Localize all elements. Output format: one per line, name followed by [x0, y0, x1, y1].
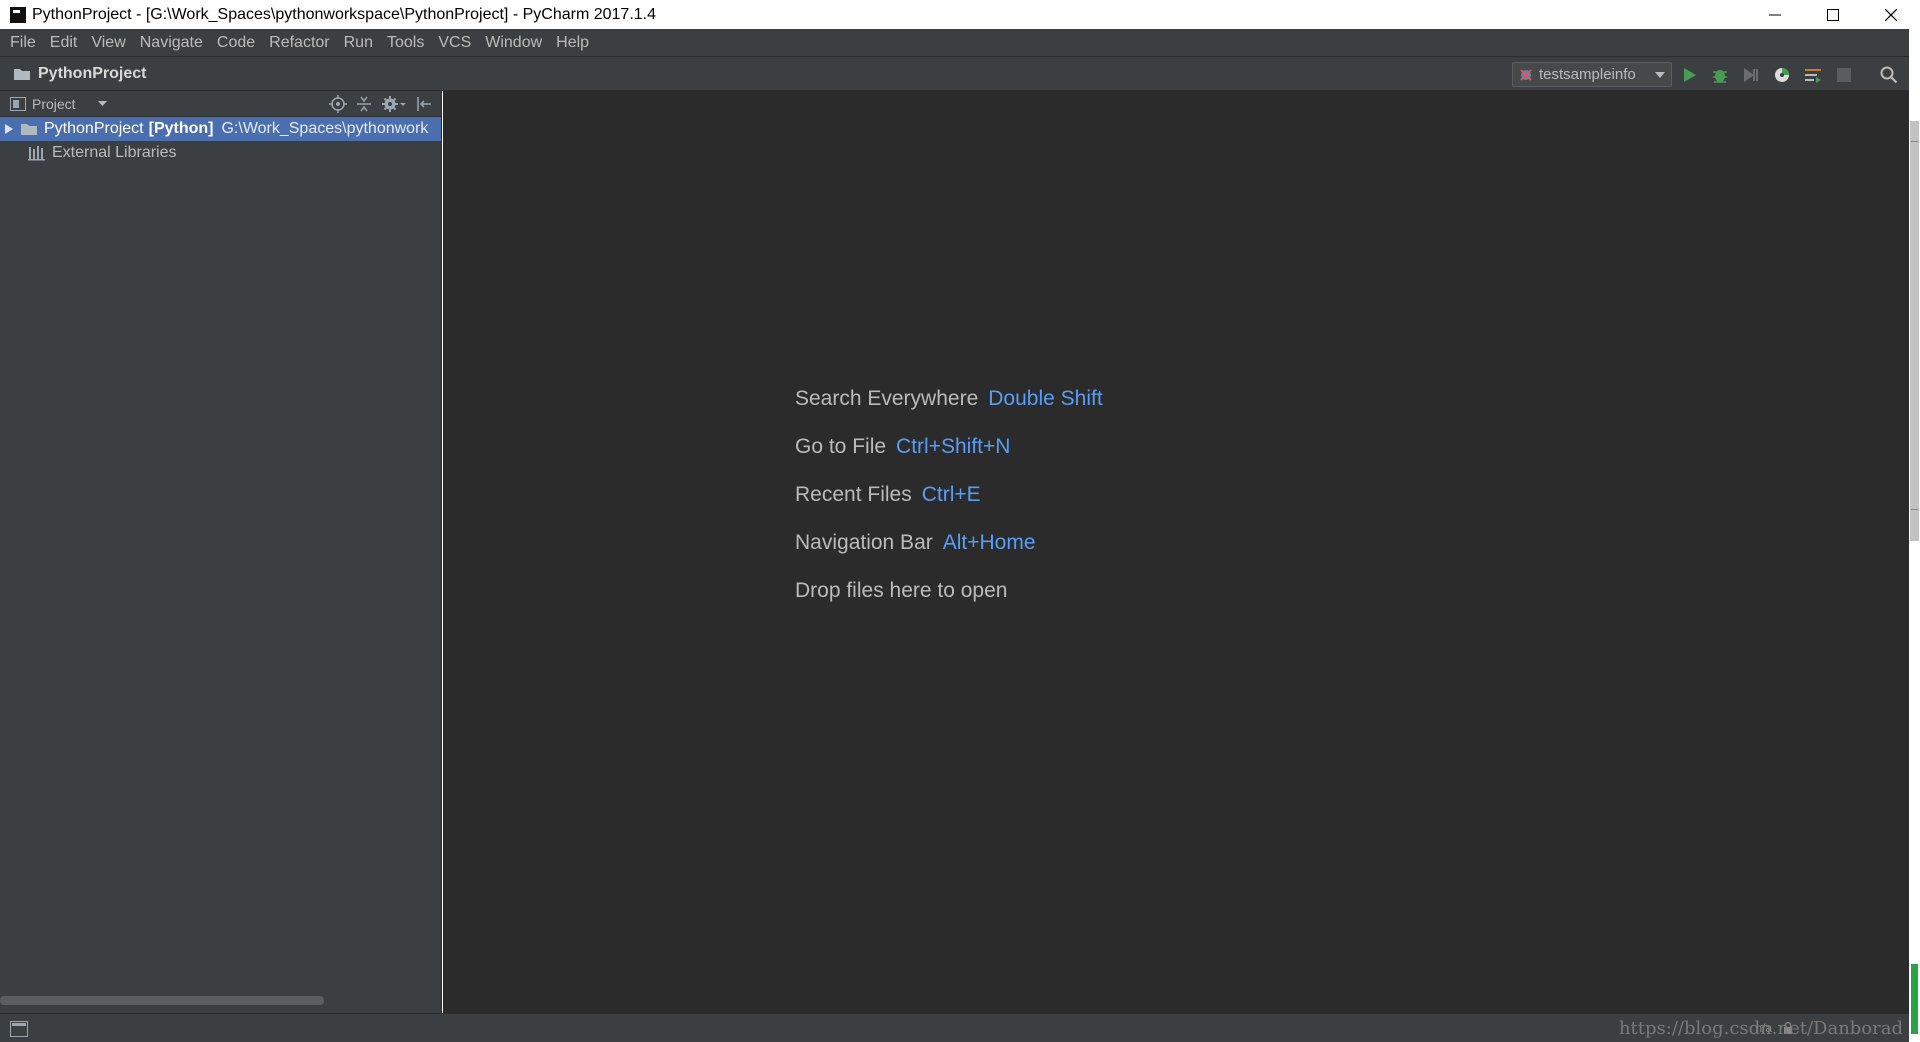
- concurrency-icon: [1805, 69, 1821, 83]
- expand-arrow-icon[interactable]: [5, 124, 13, 134]
- stop-button[interactable]: [1835, 66, 1853, 84]
- tree-item-label: PythonProject: [44, 120, 144, 137]
- hint-label: Go to File: [795, 435, 887, 458]
- memory-indicator: [1911, 964, 1918, 1034]
- title-bar: PythonProject - [G:\Work_Spaces\pythonwo…: [0, 0, 1920, 29]
- tool-windows-toggle-icon[interactable]: [10, 1021, 28, 1037]
- status-bar: n/a https://blog.csdn.net/Danborad: [0, 1013, 1909, 1042]
- hint-shortcut: Double Shift: [988, 387, 1103, 410]
- hide-panel-icon[interactable]: [415, 95, 433, 113]
- menu-navigate[interactable]: Navigate: [133, 29, 210, 56]
- watermark-text: https://blog.csdn.net/Danborad: [1618, 1018, 1903, 1039]
- libraries-icon: [28, 146, 45, 161]
- scroll-thumb[interactable]: [1910, 121, 1919, 541]
- hint-search-everywhere: Search Everywhere Double Shift: [795, 387, 1103, 411]
- concurrency-button[interactable]: [1804, 66, 1822, 84]
- chevron-down-icon: [1655, 71, 1665, 78]
- run-button[interactable]: [1681, 66, 1699, 84]
- stop-icon: [1837, 68, 1851, 82]
- hint-shortcut: Ctrl+E: [921, 483, 981, 506]
- menu-window[interactable]: Window: [478, 29, 549, 56]
- chevron-down-icon[interactable]: [97, 101, 107, 106]
- menu-file[interactable]: File: [3, 29, 43, 56]
- run-config-label: testsampleinfo: [1539, 66, 1636, 83]
- folder-icon: [21, 124, 37, 135]
- profile-button[interactable]: [1773, 66, 1791, 84]
- hint-label: Navigation Bar: [795, 531, 933, 554]
- project-panel-header: Project: [0, 91, 441, 117]
- coverage-icon: [1744, 68, 1758, 82]
- search-everywhere-button[interactable]: [1880, 66, 1898, 84]
- hint-label: Drop files here to open: [795, 579, 1008, 602]
- tree-item-tag: [Python]: [148, 120, 214, 137]
- hint-recent-files: Recent Files Ctrl+E: [795, 483, 981, 507]
- menu-tools[interactable]: Tools: [380, 29, 431, 56]
- hint-label: Recent Files: [795, 483, 912, 506]
- minimize-icon: [1769, 14, 1781, 15]
- hint-go-to-file: Go to File Ctrl+Shift+N: [795, 435, 1010, 459]
- project-panel-actions: [329, 95, 433, 113]
- hint-shortcut: Ctrl+Shift+N: [896, 435, 1011, 458]
- hint-label: Search Everywhere: [795, 387, 979, 410]
- maximize-button[interactable]: [1804, 0, 1862, 29]
- scroll-from-source-icon[interactable]: [329, 95, 347, 113]
- hint-shortcut: Alt+Home: [942, 531, 1036, 554]
- coverage-button[interactable]: [1742, 66, 1760, 84]
- run-config-selector[interactable]: testsampleinfo: [1512, 62, 1672, 87]
- hint-drop-files: Drop files here to open: [795, 579, 1007, 603]
- menu-code[interactable]: Code: [210, 29, 262, 56]
- tree-item-path: G:\Work_Spaces\pythonwork: [221, 120, 429, 137]
- menu-bar: File Edit View Navigate Code Refactor Ru…: [0, 29, 1909, 56]
- window-controls: [1746, 0, 1920, 29]
- folder-icon: [14, 68, 30, 80]
- menu-vcs[interactable]: VCS: [431, 29, 478, 56]
- breadcrumb-project[interactable]: PythonProject: [38, 65, 146, 83]
- menu-help[interactable]: Help: [549, 29, 596, 56]
- gear-icon[interactable]: [381, 95, 407, 113]
- scroll-tick: [1911, 509, 1918, 510]
- vertical-scroll-strip[interactable]: [1909, 29, 1920, 1042]
- hint-navigation-bar: Navigation Bar Alt+Home: [795, 531, 1036, 555]
- navigation-bar: PythonProject testsampleinfo: [0, 56, 1909, 91]
- debug-icon: [1713, 70, 1727, 83]
- minimize-button[interactable]: [1746, 0, 1804, 29]
- horizontal-scrollbar[interactable]: [0, 996, 324, 1005]
- menu-view[interactable]: View: [84, 29, 132, 56]
- project-tool-window: Project PythonProject [Python] G:\Work_S…: [0, 91, 442, 1013]
- close-icon: [1885, 8, 1897, 21]
- close-button[interactable]: [1862, 0, 1920, 29]
- window-title: PythonProject - [G:\Work_Spaces\pythonwo…: [32, 5, 656, 23]
- scroll-tick: [1911, 141, 1918, 142]
- search-icon: [1880, 66, 1898, 84]
- tree-item-external-libraries[interactable]: External Libraries: [0, 141, 441, 165]
- python-config-icon: [1520, 68, 1532, 81]
- debug-button[interactable]: [1711, 66, 1729, 84]
- menu-run[interactable]: Run: [337, 29, 380, 56]
- maximize-icon: [1827, 8, 1839, 21]
- pycharm-icon: [10, 6, 26, 23]
- menu-edit[interactable]: Edit: [43, 29, 85, 56]
- collapse-all-icon[interactable]: [355, 95, 373, 113]
- tree-item-label: External Libraries: [52, 144, 177, 161]
- editor-empty-area[interactable]: Search Everywhere Double Shift Go to File…: [443, 91, 1909, 1013]
- run-icon: [1684, 68, 1696, 82]
- project-panel-title[interactable]: Project: [32, 96, 76, 112]
- tree-item-pythonproject[interactable]: PythonProject [Python] G:\Work_Spaces\py…: [0, 117, 441, 141]
- menu-refactor[interactable]: Refactor: [262, 29, 336, 56]
- project-view-icon: [10, 96, 26, 111]
- profile-icon: [1775, 68, 1789, 82]
